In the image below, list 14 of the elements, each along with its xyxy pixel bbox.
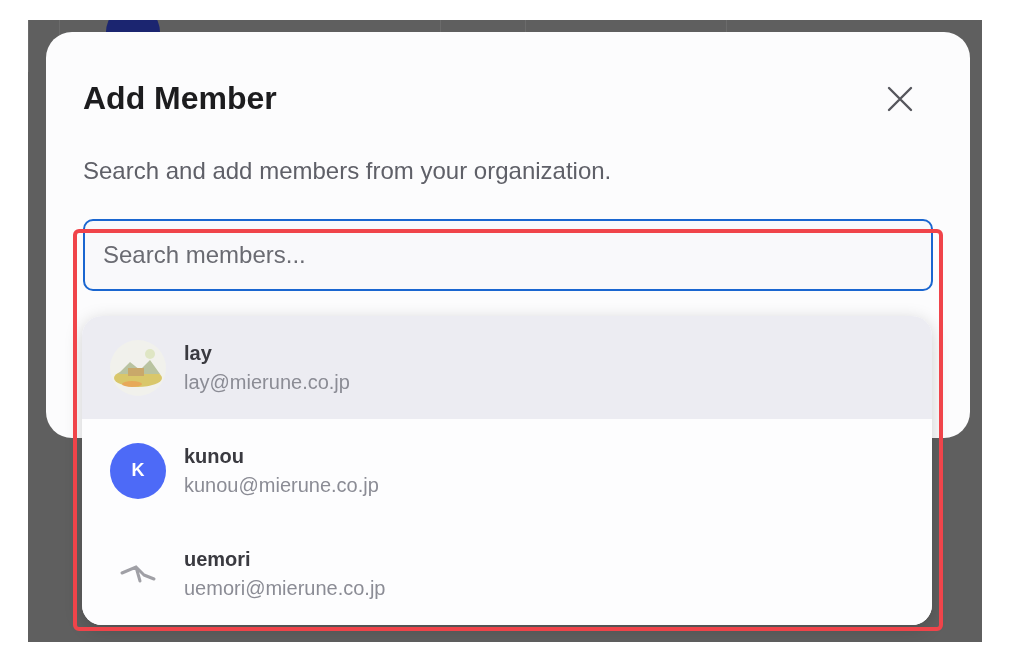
avatar: K — [110, 442, 166, 499]
member-name: uemori — [184, 547, 252, 571]
member-option[interactable]: K kunou kunou@mierune.co.jp — [82, 419, 932, 522]
member-email: kunou@mierune.co.jp — [184, 473, 379, 497]
member-option[interactable]: lay lay@mierune.co.jp — [82, 316, 932, 419]
member-email: lay@mierune.co.jp — [184, 370, 350, 394]
member-name: lay — [184, 341, 213, 365]
member-option[interactable]: uemori uemori@mierune.co.jp — [82, 522, 932, 625]
dialog-description: Search and add members from your organization. — [83, 157, 613, 185]
search-field[interactable]: Search members... — [83, 219, 933, 291]
member-name: kunou — [184, 444, 245, 468]
member-email: uemori@mierune.co.jp — [184, 576, 386, 600]
dialog-title: Add Member — [83, 80, 277, 117]
scribble-icon — [120, 564, 156, 583]
